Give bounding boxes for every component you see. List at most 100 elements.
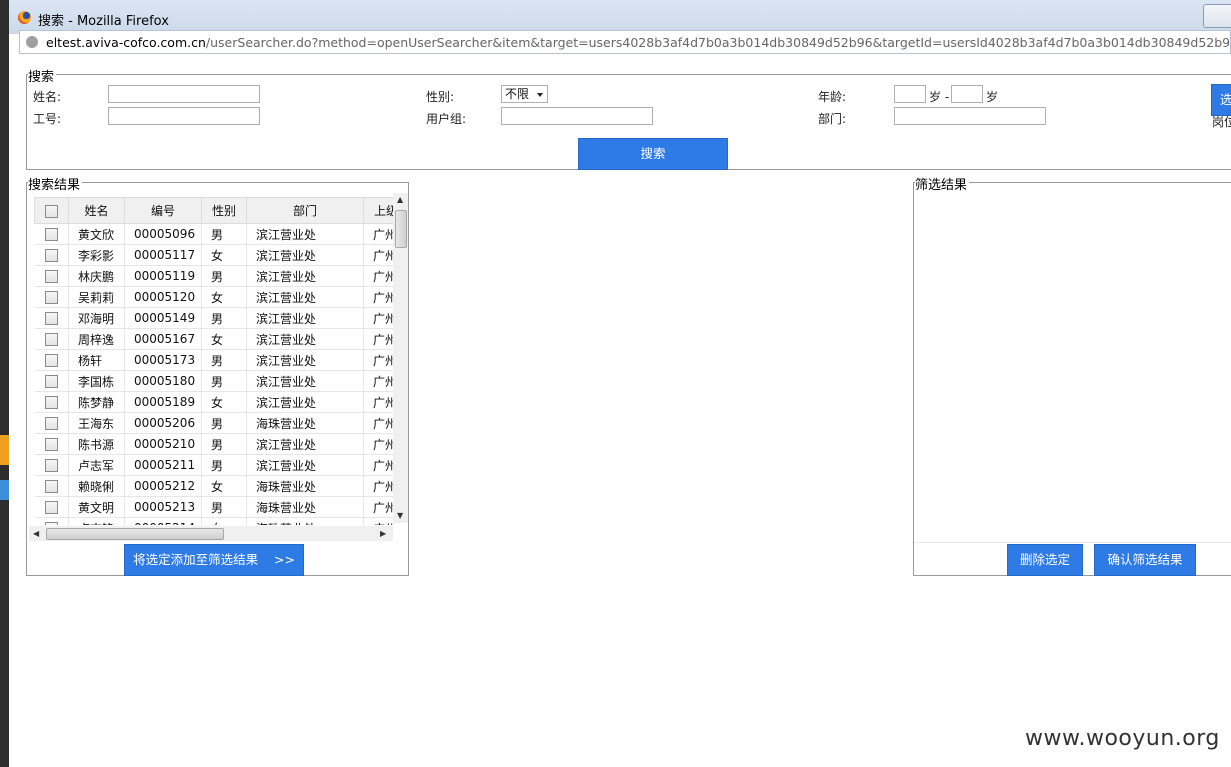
row-select-cell[interactable] [34,475,69,497]
table-row[interactable]: 黄文欣00005096男滨江营业处广州 [34,223,393,245]
row-checkbox[interactable] [44,375,58,388]
row-select-cell[interactable] [34,286,69,308]
cell-gender: 男 [201,223,247,245]
row-checkbox[interactable] [44,312,58,325]
cell-name: 林庆鹏 [68,265,125,287]
row-checkbox[interactable] [44,501,58,514]
cell-id: 00005167 [124,328,202,350]
scroll-right-icon[interactable]: ▶ [380,529,386,539]
row-select-cell[interactable] [34,517,69,525]
scroll-down-icon[interactable]: ▼ [397,511,403,521]
table-row[interactable]: 卢志锋00005214女海珠营业处广州 [34,517,393,525]
age-from-input[interactable] [894,85,926,103]
close-window-button[interactable] [1203,4,1231,28]
row-checkbox[interactable] [44,333,58,346]
row-select-cell[interactable] [34,244,69,266]
cell-superior: 广州 [363,286,393,308]
user-group-input[interactable] [501,107,653,125]
confirm-filter-button[interactable]: 确认筛选结果 [1094,544,1196,576]
row-checkbox[interactable] [44,522,58,525]
results-horizontal-scrollbar[interactable]: ◀ ▶ [29,526,393,541]
column-header-department[interactable]: 部门 [246,197,364,224]
table-row[interactable]: 吴莉莉00005120女滨江营业处广州 [34,286,393,308]
delete-selected-button[interactable]: 删除选定 [1007,544,1083,576]
cell-id: 00005117 [124,244,202,266]
row-select-cell[interactable] [34,412,69,434]
address-bar[interactable]: eltest.aviva-cofco.com.cn/userSearcher.d… [19,30,1231,54]
table-row[interactable]: 赖晓俐00005212女海珠营业处广州 [34,475,393,497]
gender-select[interactable]: 不限 [501,85,548,103]
add-to-filter-button[interactable]: 将选定添加至筛选结果 >> [124,544,304,576]
cell-id: 00005189 [124,391,202,413]
row-select-cell[interactable] [34,496,69,518]
gender-select-value: 不限 [505,87,530,101]
column-header-gender[interactable]: 性别 [201,197,247,224]
name-input[interactable] [108,85,260,103]
table-row[interactable]: 黄文明00005213男海珠营业处广州 [34,496,393,518]
row-checkbox[interactable] [44,354,58,367]
cell-department: 滨江营业处 [246,454,364,476]
cell-name: 李国栋 [68,370,125,392]
cell-department: 海珠营业处 [246,496,364,518]
row-checkbox[interactable] [44,480,58,493]
row-checkbox[interactable] [44,270,58,283]
age-label: 年龄: [818,90,847,104]
row-checkbox[interactable] [44,417,58,430]
table-row[interactable]: 周梓逸00005167女滨江营业处广州 [34,328,393,350]
results-vertical-scrollbar[interactable]: ▲ ▼ [393,193,408,523]
table-row[interactable]: 李国栋00005180男滨江营业处广州 [34,370,393,392]
row-select-cell[interactable] [34,265,69,287]
row-checkbox[interactable] [44,459,58,472]
table-row[interactable]: 陈梦静00005189女滨江营业处广州 [34,391,393,413]
table-row[interactable]: 邓海明00005149男滨江营业处广州 [34,307,393,329]
vertical-scroll-thumb[interactable] [395,210,407,248]
select-position-button[interactable]: 选 [1211,84,1231,116]
cell-gender: 女 [201,517,247,525]
age-unit-label: 岁 [986,90,999,104]
cell-superior: 广州 [363,496,393,518]
scroll-up-icon[interactable]: ▲ [397,195,403,205]
table-row[interactable]: 杨轩00005173男滨江营业处广州 [34,349,393,371]
row-checkbox[interactable] [44,228,58,241]
table-row[interactable]: 王海东00005206男海珠营业处广州 [34,412,393,434]
cell-gender: 男 [201,349,247,371]
row-select-cell[interactable] [34,349,69,371]
row-select-cell[interactable] [34,433,69,455]
row-checkbox[interactable] [44,396,58,409]
url-path: /userSearcher.do?method=openUserSearcher… [205,35,1231,50]
row-checkbox[interactable] [44,438,58,451]
age-to-input[interactable] [951,85,983,103]
window-title: 搜索 - Mozilla Firefox [38,14,169,29]
row-checkbox[interactable] [44,249,58,262]
search-button[interactable]: 搜索 [578,138,728,170]
row-select-cell[interactable] [34,454,69,476]
department-input[interactable] [894,107,1046,125]
cell-name: 邓海明 [68,307,125,329]
table-row[interactable]: 林庆鹏00005119男滨江营业处广州 [34,265,393,287]
column-header-name[interactable]: 姓名 [68,197,125,224]
row-select-cell[interactable] [34,307,69,329]
cell-department: 滨江营业处 [246,286,364,308]
cell-gender: 男 [201,307,247,329]
employee-id-input[interactable] [108,107,260,125]
table-row[interactable]: 李彩影00005117女滨江营业处广州 [34,244,393,266]
row-select-cell[interactable] [34,223,69,245]
horizontal-scroll-thumb[interactable] [46,528,224,540]
row-select-cell[interactable] [34,328,69,350]
row-checkbox[interactable] [44,291,58,304]
select-all-header[interactable] [34,197,69,224]
gender-label: 性别: [426,90,455,104]
cell-id: 00005210 [124,433,202,455]
table-row[interactable]: 陈书源00005210男滨江营业处广州 [34,433,393,455]
cell-id: 00005180 [124,370,202,392]
scroll-left-icon[interactable]: ◀ [33,529,39,539]
select-all-checkbox[interactable] [45,204,58,218]
column-header-id[interactable]: 编号 [124,197,202,224]
column-header-superior[interactable]: 上级 [363,197,393,224]
row-select-cell[interactable] [34,370,69,392]
cell-gender: 男 [201,433,247,455]
row-select-cell[interactable] [34,391,69,413]
table-row[interactable]: 卢志军00005211男滨江营业处广州 [34,454,393,476]
add-to-filter-label: 将选定添加至筛选结果 >> [133,552,295,567]
cell-superior: 广州 [363,433,393,455]
